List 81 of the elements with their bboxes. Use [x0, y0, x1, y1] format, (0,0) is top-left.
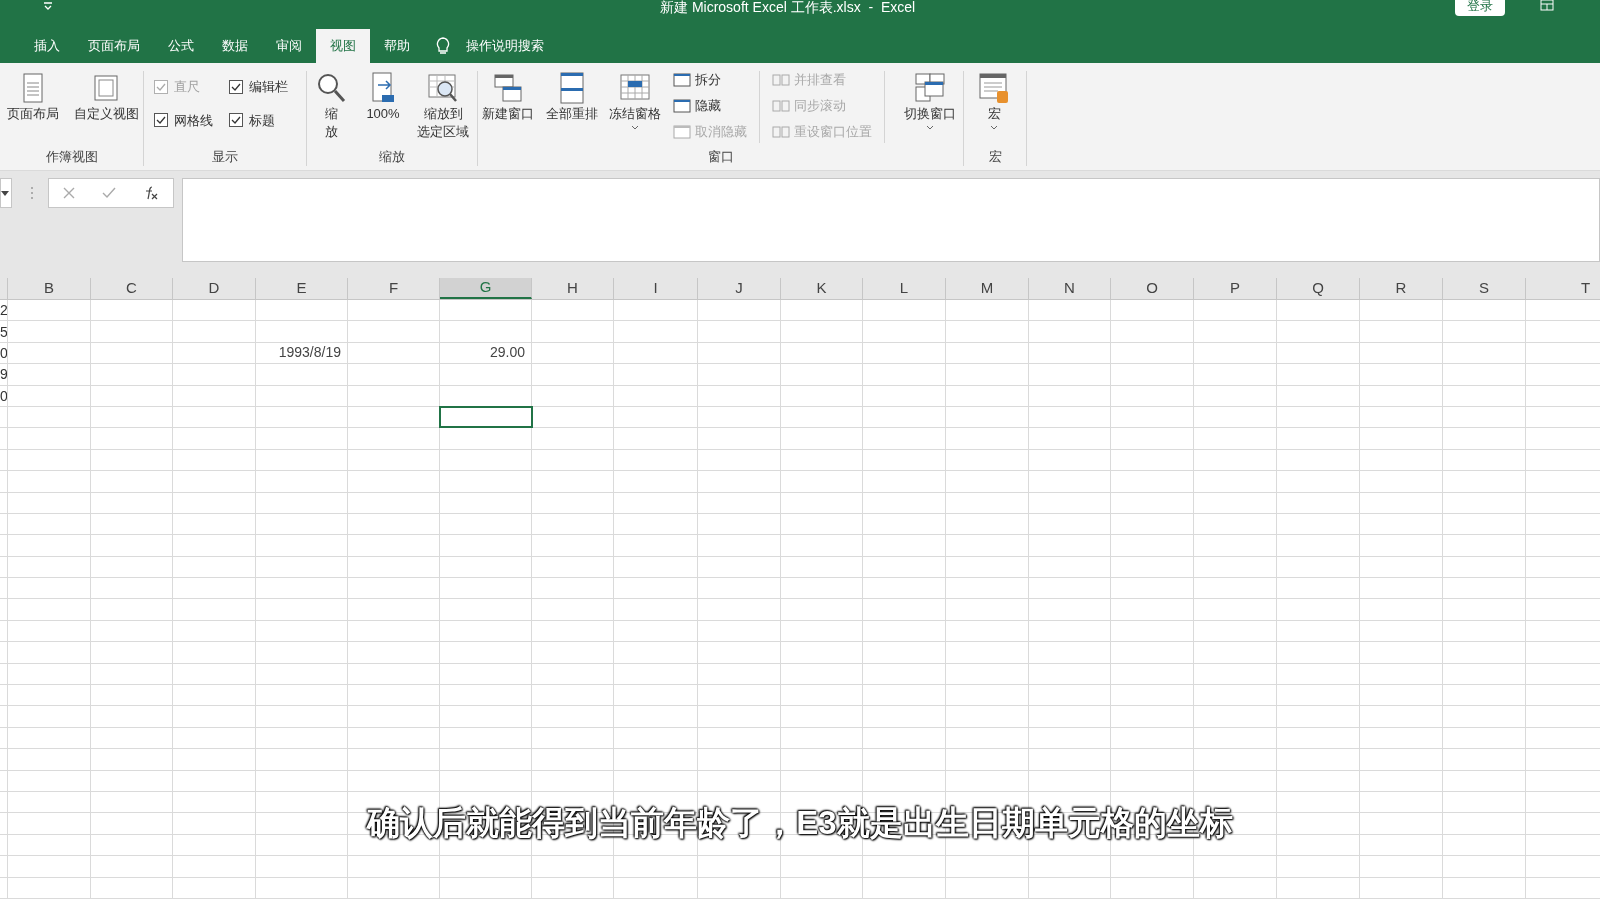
column-header[interactable]: K	[781, 278, 863, 299]
column-header[interactable]: I	[614, 278, 698, 299]
ribbon-tab[interactable]: 审阅	[262, 29, 316, 63]
group-label: 窗口	[707, 147, 734, 166]
ribbon-button[interactable]: 页面布局	[0, 67, 66, 123]
windows-icon	[913, 71, 948, 105]
tell-me-search[interactable]: 操作说明搜索	[466, 36, 544, 56]
column-header[interactable]: J	[698, 278, 781, 299]
column-header[interactable]: C	[91, 278, 173, 299]
ribbon-small-button[interactable]: 拆分	[673, 67, 748, 93]
table-cell-text: 1993/8/19	[278, 343, 341, 363]
checkmark-icon	[231, 115, 241, 126]
ribbon-button[interactable]: 缩 放	[307, 67, 355, 141]
ribbon-small-button[interactable]: 隐藏	[673, 93, 748, 119]
macro-icon	[977, 71, 1011, 105]
side-by-side-icon	[772, 73, 791, 87]
column-header[interactable]: L	[863, 278, 946, 299]
ribbon-display-icon[interactable]	[1540, 0, 1554, 12]
group-label: 宏	[988, 147, 1002, 166]
check-icon[interactable]	[102, 187, 116, 199]
cancel-icon[interactable]	[62, 187, 75, 199]
chevron-down-icon	[926, 125, 935, 130]
ribbon-button[interactable]: 缩放到 选定区域	[411, 67, 475, 141]
column-header[interactable]: B	[8, 278, 91, 299]
lightbulb-icon	[436, 37, 450, 55]
checkbox-option[interactable]: 网格线	[154, 110, 213, 130]
ribbon-button[interactable]: 100%	[359, 67, 407, 123]
chevron-down-icon	[631, 125, 640, 130]
cell-text: 0	[0, 388, 7, 403]
selected-cell[interactable]	[440, 406, 532, 428]
group-label: 作簿视图	[45, 147, 98, 166]
side-by-side-icon	[772, 99, 791, 113]
formula-input[interactable]	[182, 178, 1600, 262]
column-header[interactable]: T	[1526, 278, 1600, 299]
cell-text: 0	[0, 345, 7, 360]
grip-icon	[30, 186, 34, 200]
ribbon-tab[interactable]: 数据	[208, 29, 262, 63]
ribbon-button[interactable]: 切换窗口	[897, 67, 964, 130]
cell-text: 2	[0, 303, 7, 318]
login-button[interactable]: 登录	[1455, 0, 1505, 16]
dropdown-icon	[43, 2, 53, 12]
checkbox-option[interactable]: 标题	[229, 110, 288, 130]
column-header[interactable]: Q	[1277, 278, 1360, 299]
side-by-side-icon	[772, 125, 791, 139]
ribbon-button[interactable]: 冻结窗格	[605, 67, 666, 130]
column-header[interactable]: N	[1029, 278, 1111, 299]
table-cell-text: 29.00	[489, 343, 525, 363]
checkmark-icon	[156, 115, 166, 126]
window-icon	[673, 99, 692, 113]
window-title: 新建 Microsoft Excel 工作表.xlsx - Excel	[660, 0, 916, 17]
ribbon-tab[interactable]: 视图	[316, 29, 370, 63]
ribbon-button[interactable]: 宏	[964, 67, 1024, 130]
column-header[interactable]: G	[440, 278, 532, 299]
function-icon[interactable]	[143, 186, 160, 200]
column-header[interactable]: M	[946, 278, 1029, 299]
ribbon-button[interactable]: 新建窗口	[478, 67, 538, 123]
ribbon-button[interactable]: 全部重排	[541, 67, 602, 123]
column-header[interactable]: O	[1111, 278, 1194, 299]
group-label: 显示	[212, 147, 238, 166]
ribbon-button[interactable]: 自定义视图	[69, 67, 143, 123]
checkmark-icon	[231, 81, 241, 92]
column-header[interactable]: R	[1360, 278, 1443, 299]
name-box[interactable]	[0, 178, 12, 208]
column-header[interactable]: D	[173, 278, 256, 299]
column-header[interactable]: H	[532, 278, 614, 299]
column-header[interactable]: P	[1194, 278, 1277, 299]
ribbon-tab[interactable]: 页面布局	[74, 29, 154, 63]
chevron-down-icon	[990, 125, 998, 130]
checkbox-option[interactable]: 编辑栏	[229, 77, 288, 97]
column-header[interactable]: E	[256, 278, 348, 299]
column-header[interactable]: S	[1443, 278, 1526, 299]
ribbon-tab[interactable]: 插入	[20, 29, 74, 63]
cell-text: 5	[0, 324, 7, 339]
cell-text: 9	[0, 367, 7, 382]
window-icon	[673, 125, 692, 139]
group-label: 缩放	[379, 147, 405, 166]
checkmark-icon	[156, 81, 166, 92]
video-subtitle: 确认后就能得到当前年龄了，E3就是出生日期单元格的坐标	[367, 803, 1233, 844]
ribbon-tab[interactable]: 帮助	[370, 29, 424, 63]
ribbon-tab[interactable]: 公式	[154, 29, 208, 63]
window-icon	[673, 73, 692, 87]
